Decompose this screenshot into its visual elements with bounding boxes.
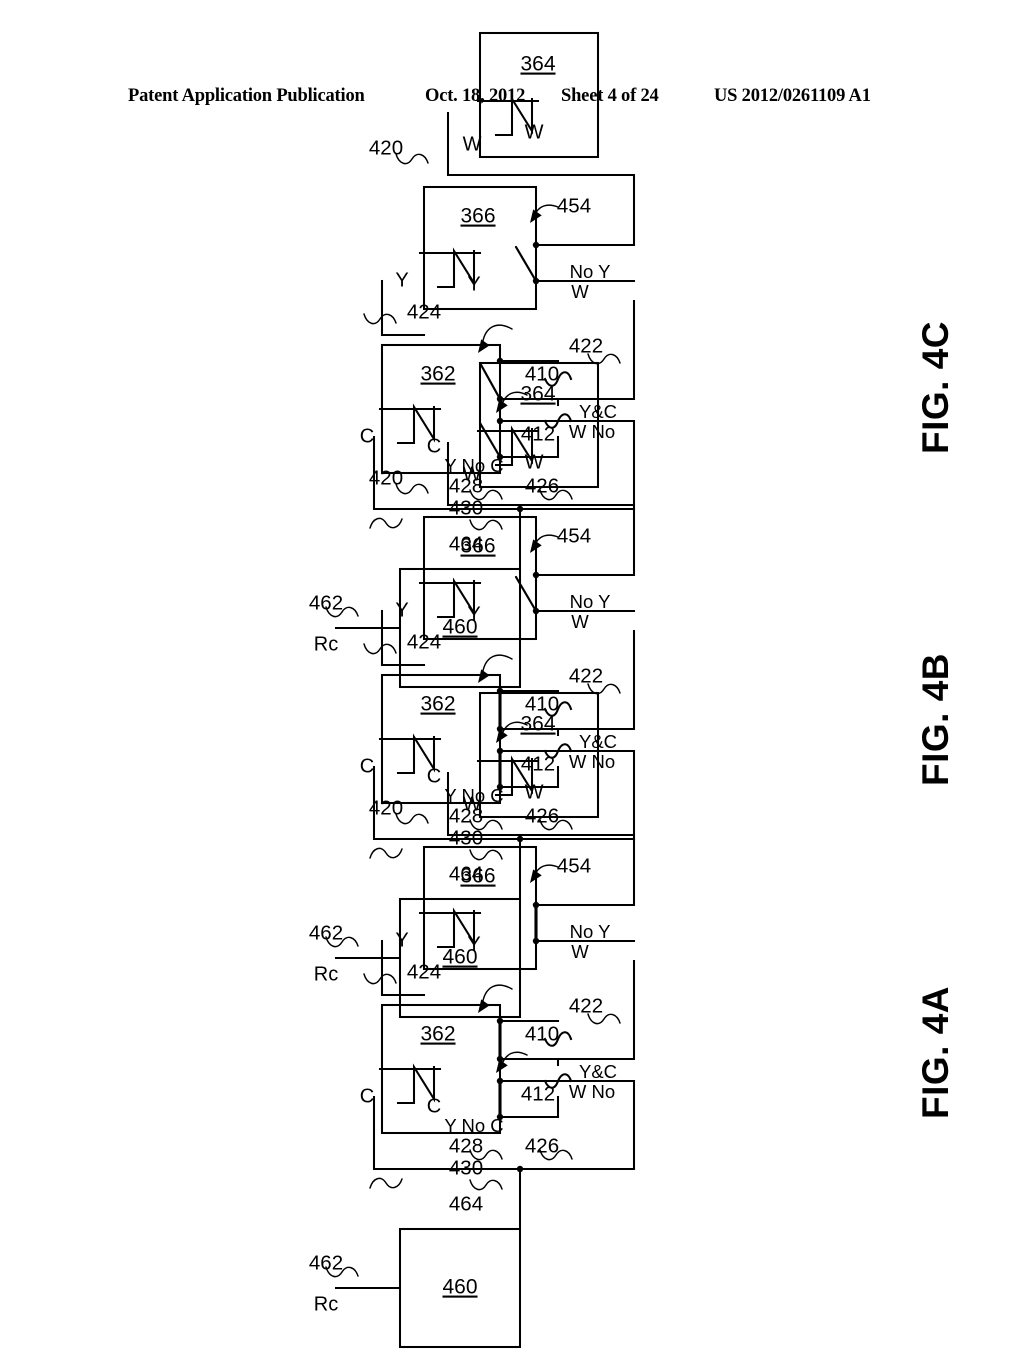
relay-box-label-362: 362 — [420, 1023, 455, 1046]
relay-box-label-364: 364 — [520, 383, 555, 406]
reference-420: 420 — [369, 136, 403, 159]
wire-label-w-no-yc-2: Y&C — [579, 1061, 617, 1082]
wire-label-w-no-y-1: W — [571, 941, 589, 962]
relay-364-coil-terminal: W — [463, 133, 482, 155]
figure-caption-4b: FIG. 4B — [915, 653, 956, 787]
reference-462: 462 — [309, 1251, 343, 1274]
relay-box-label-366: 366 — [460, 865, 495, 888]
leader-464 — [469, 1179, 503, 1191]
callout-412 — [496, 1051, 528, 1073]
relay-364-coil-terminal: W — [463, 793, 482, 815]
figure-4a-canvas-wrap: 460 Rc 462 464 430 428 Y No C 426 C C 362 412 410 W N… — [0, 691, 1024, 1349]
reference-420: 420 — [369, 796, 403, 819]
reference-412: 412 — [521, 1082, 555, 1105]
relay-366-contact-terminal: Y — [467, 933, 480, 955]
figure-4a: 460 Rc 462 464 430 428 Y No C 426 C C 362 412 410 W N… — [0, 691, 1024, 1349]
leader-424 — [363, 973, 397, 985]
relay-364-coil-terminal: W — [463, 463, 482, 485]
contact-454-blade-open — [514, 575, 538, 613]
callout-410 — [478, 984, 513, 1013]
relay-364-contact-terminal: W — [525, 121, 544, 143]
wire-label-w-no-y-2: No Y — [570, 591, 611, 612]
wire-label-w-no-y-2: No Y — [570, 261, 611, 282]
leader-430 — [369, 1177, 403, 1189]
callout-454 — [530, 864, 559, 883]
reference-464: 464 — [449, 1192, 483, 1215]
figure-caption-4a: FIG. 4A — [915, 986, 956, 1120]
callout-454 — [530, 204, 559, 223]
reference-454: 454 — [557, 194, 591, 217]
relay-364-contact-terminal: W — [525, 451, 544, 473]
wire-label-w-no-y-1: W — [571, 611, 589, 632]
relay-366-contact-terminal: Y — [467, 603, 480, 625]
figure-4a-canvas: 460 Rc 462 464 430 428 Y No C 426 C C 362 412 410 W N… — [309, 665, 662, 1365]
reference-428: 428 — [449, 1134, 483, 1157]
relay-364-contact-terminal: W — [525, 781, 544, 803]
relay-366-coil-terminal: Y — [395, 269, 408, 291]
relay-366-coil-terminal: Y — [395, 599, 408, 621]
relay-362-contact-terminal: C — [427, 1095, 441, 1117]
relay-box-label-364: 364 — [520, 713, 555, 736]
figure-caption-4c: FIG. 4C — [915, 321, 956, 455]
schematic-4a: 460Rc462464430428Y No C426C C362412410W N… — [309, 691, 636, 1349]
wire-label-w-no-yc-1: W No — [569, 1081, 615, 1102]
reference-422: 422 — [569, 994, 603, 1017]
relay-box-label-366: 366 — [460, 535, 495, 558]
leader-424 — [363, 313, 397, 325]
reference-454: 454 — [557, 854, 591, 877]
leader-424 — [363, 643, 397, 655]
controller-box-label-460: 460 — [442, 1276, 477, 1299]
rc-terminal-label: Rc — [314, 1293, 338, 1315]
wire-label-w-no-y-1: W — [571, 281, 589, 302]
relay-366-coil-terminal: Y — [395, 929, 408, 951]
relay-box-label-364: 364 — [520, 53, 555, 76]
drawing-stage: 460 Rc 462 464 430 428 Y No C 426 C C 362 412 410 W N… — [0, 0, 1024, 1349]
reference-420: 420 — [369, 466, 403, 489]
reference-454: 454 — [557, 524, 591, 547]
relay-362-coil-terminal: C — [360, 1085, 374, 1107]
reference-426: 426 — [525, 1134, 559, 1157]
relay-box-label-366: 366 — [460, 205, 495, 228]
relay-366-contact-terminal: Y — [467, 273, 480, 295]
callout-454 — [530, 534, 559, 553]
reference-410: 410 — [525, 1022, 559, 1045]
wire-label-w-no-y-2: No Y — [570, 921, 611, 942]
contact-454-blade-open — [514, 245, 538, 283]
